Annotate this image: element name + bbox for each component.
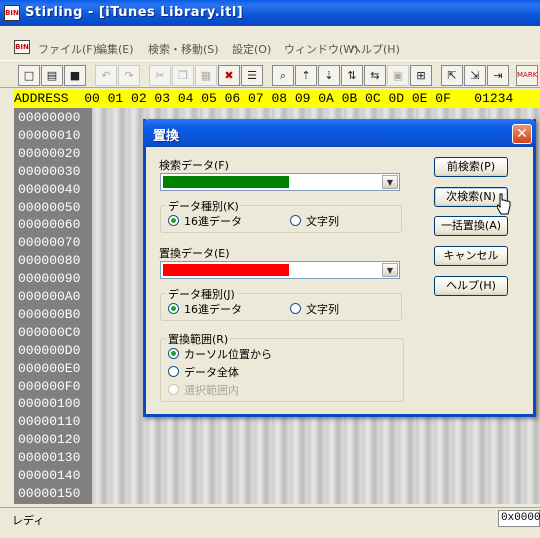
menu-window[interactable]: ウィンドウ(W): [284, 41, 358, 57]
range-selection-label: 選択範囲内: [184, 384, 239, 397]
address-row: 00000090: [18, 271, 81, 287]
dialog-title-bar[interactable]: 置換: [143, 119, 536, 147]
address-row: 000000F0: [18, 378, 81, 394]
address-row: 000000D0: [18, 342, 81, 358]
address-row: 00000000: [18, 110, 81, 125]
replace-type-label: データ種別(J): [166, 286, 237, 302]
chevron-down-icon[interactable]: ▼: [382, 175, 398, 189]
search-data-value: [163, 176, 289, 188]
save-icon[interactable]: ■: [64, 65, 86, 86]
address-row: 00000070: [18, 235, 81, 251]
address-row: 00000110: [18, 414, 81, 430]
find-next-icon[interactable]: ⇣: [318, 65, 340, 86]
address-row: 000000E0: [18, 360, 81, 376]
jump-icon[interactable]: ⇱: [441, 65, 463, 86]
delete-icon[interactable]: ✖: [218, 65, 240, 86]
new-icon[interactable]: □: [18, 65, 40, 86]
app-icon: BIN: [4, 5, 20, 21]
window-title: Stirling - [iTunes Library.itl]: [25, 5, 244, 20]
replace-string-radio[interactable]: [290, 303, 301, 314]
menu-help[interactable]: ヘルプ(H): [350, 41, 400, 57]
find-prev-icon[interactable]: ⇡: [295, 65, 317, 86]
replace-data-label: 置換データ(E): [159, 247, 230, 260]
replace-all-icon[interactable]: ⇆: [364, 65, 386, 86]
search-data-label: 検索データ(F): [159, 159, 229, 172]
replace-icon[interactable]: ⇅: [341, 65, 363, 86]
address-row: 00000060: [18, 217, 81, 233]
toolbar: □ ▤ ■ ↶ ↷ ✂ ❐ ▦ ✖ ☰ ⌕ ⇡ ⇣ ⇅ ⇆ ▣ ⊞ ⇱ ⇲ ⇥ …: [0, 60, 540, 88]
address-row: 00000020: [18, 145, 81, 161]
search-hex-label: 16進データ: [184, 215, 242, 228]
address-row: 00000140: [18, 468, 81, 483]
range-all-radio[interactable]: [168, 366, 179, 377]
title-bar[interactable]: BIN Stirling - [iTunes Library.itl]: [0, 0, 540, 26]
address-row: 00000050: [18, 199, 81, 215]
search-data-combo[interactable]: ▼: [160, 173, 400, 191]
replace-range-label: 置換範囲(R): [166, 331, 231, 347]
list-icon[interactable]: ☰: [241, 65, 263, 86]
replace-string-label: 文字列: [306, 303, 339, 316]
replace-hex-label: 16進データ: [184, 303, 242, 316]
address-column: 00000000 00000010 00000020 00000030 00000040…: [14, 108, 92, 504]
address-row: 00000040: [18, 181, 81, 197]
mouse-cursor-icon: [497, 193, 511, 215]
search-hex-radio[interactable]: [168, 215, 179, 226]
menu-file[interactable]: ファイル(F): [38, 41, 97, 57]
address-row: 00000120: [18, 432, 81, 448]
status-offset: 0x00000: [498, 510, 540, 527]
find-prev-button[interactable]: 前検索(P): [434, 157, 508, 177]
cancel-button[interactable]: キャンセル: [434, 246, 508, 266]
jump-next-icon[interactable]: ⇥: [487, 65, 509, 86]
range-cursor-radio[interactable]: [168, 348, 179, 359]
address-row: 00000030: [18, 163, 81, 179]
replace-hex-radio[interactable]: [168, 303, 179, 314]
menu-edit[interactable]: 編集(E): [96, 41, 134, 57]
replace-data-combo[interactable]: ▼: [160, 261, 400, 279]
paste-icon[interactable]: ▦: [195, 65, 217, 86]
status-bar: レディ 0x00000: [0, 507, 540, 529]
chevron-down-icon[interactable]: ▼: [382, 263, 398, 277]
dialog-close-icon[interactable]: ✕: [512, 124, 532, 144]
address-row: 000000C0: [18, 324, 81, 340]
address-row: 00000150: [18, 485, 81, 501]
replace-all-button[interactable]: 一括置換(A): [434, 216, 508, 236]
compare-icon[interactable]: ▣: [387, 65, 409, 86]
jump-prev-icon[interactable]: ⇲: [464, 65, 486, 86]
address-row: 00000080: [18, 253, 81, 269]
search-type-label: データ種別(K): [166, 198, 241, 214]
address-row: 00000130: [18, 450, 81, 466]
menu-bar: BIN ファイル(F) 編集(E) 検索・移動(S) 設定(O) ウィンドウ(W…: [0, 38, 540, 58]
search-string-radio[interactable]: [290, 215, 301, 226]
address-row: 000000A0: [18, 289, 81, 304]
status-text: レディ: [12, 514, 45, 527]
hex-header: ADDRESS 00 01 02 03 04 05 06 07 08 09 0A…: [14, 90, 540, 108]
search-string-label: 文字列: [306, 215, 339, 228]
range-cursor-label: カーソル位置から: [184, 348, 272, 361]
dialog-title: 置換: [153, 129, 180, 144]
address-row: 00000010: [18, 127, 81, 143]
copy-icon[interactable]: ❐: [172, 65, 194, 86]
find-icon[interactable]: ⌕: [272, 65, 294, 86]
address-row: 000000B0: [18, 306, 81, 322]
cut-icon[interactable]: ✂: [149, 65, 171, 86]
undo-icon[interactable]: ↶: [95, 65, 117, 86]
range-all-label: データ全体: [184, 366, 239, 379]
bookmark-icon[interactable]: MARK: [516, 65, 538, 86]
range-selection-radio[interactable]: [168, 384, 179, 395]
find-file-icon[interactable]: ⊞: [410, 65, 432, 86]
address-row: 00000100: [18, 396, 81, 412]
help-button[interactable]: ヘルプ(H): [434, 276, 508, 296]
replace-data-value: [163, 264, 289, 276]
redo-icon[interactable]: ↷: [118, 65, 140, 86]
open-icon[interactable]: ▤: [41, 65, 63, 86]
menu-settings[interactable]: 設定(O): [232, 41, 271, 57]
menu-app-icon[interactable]: BIN: [14, 40, 30, 54]
menu-search[interactable]: 検索・移動(S): [148, 41, 219, 57]
